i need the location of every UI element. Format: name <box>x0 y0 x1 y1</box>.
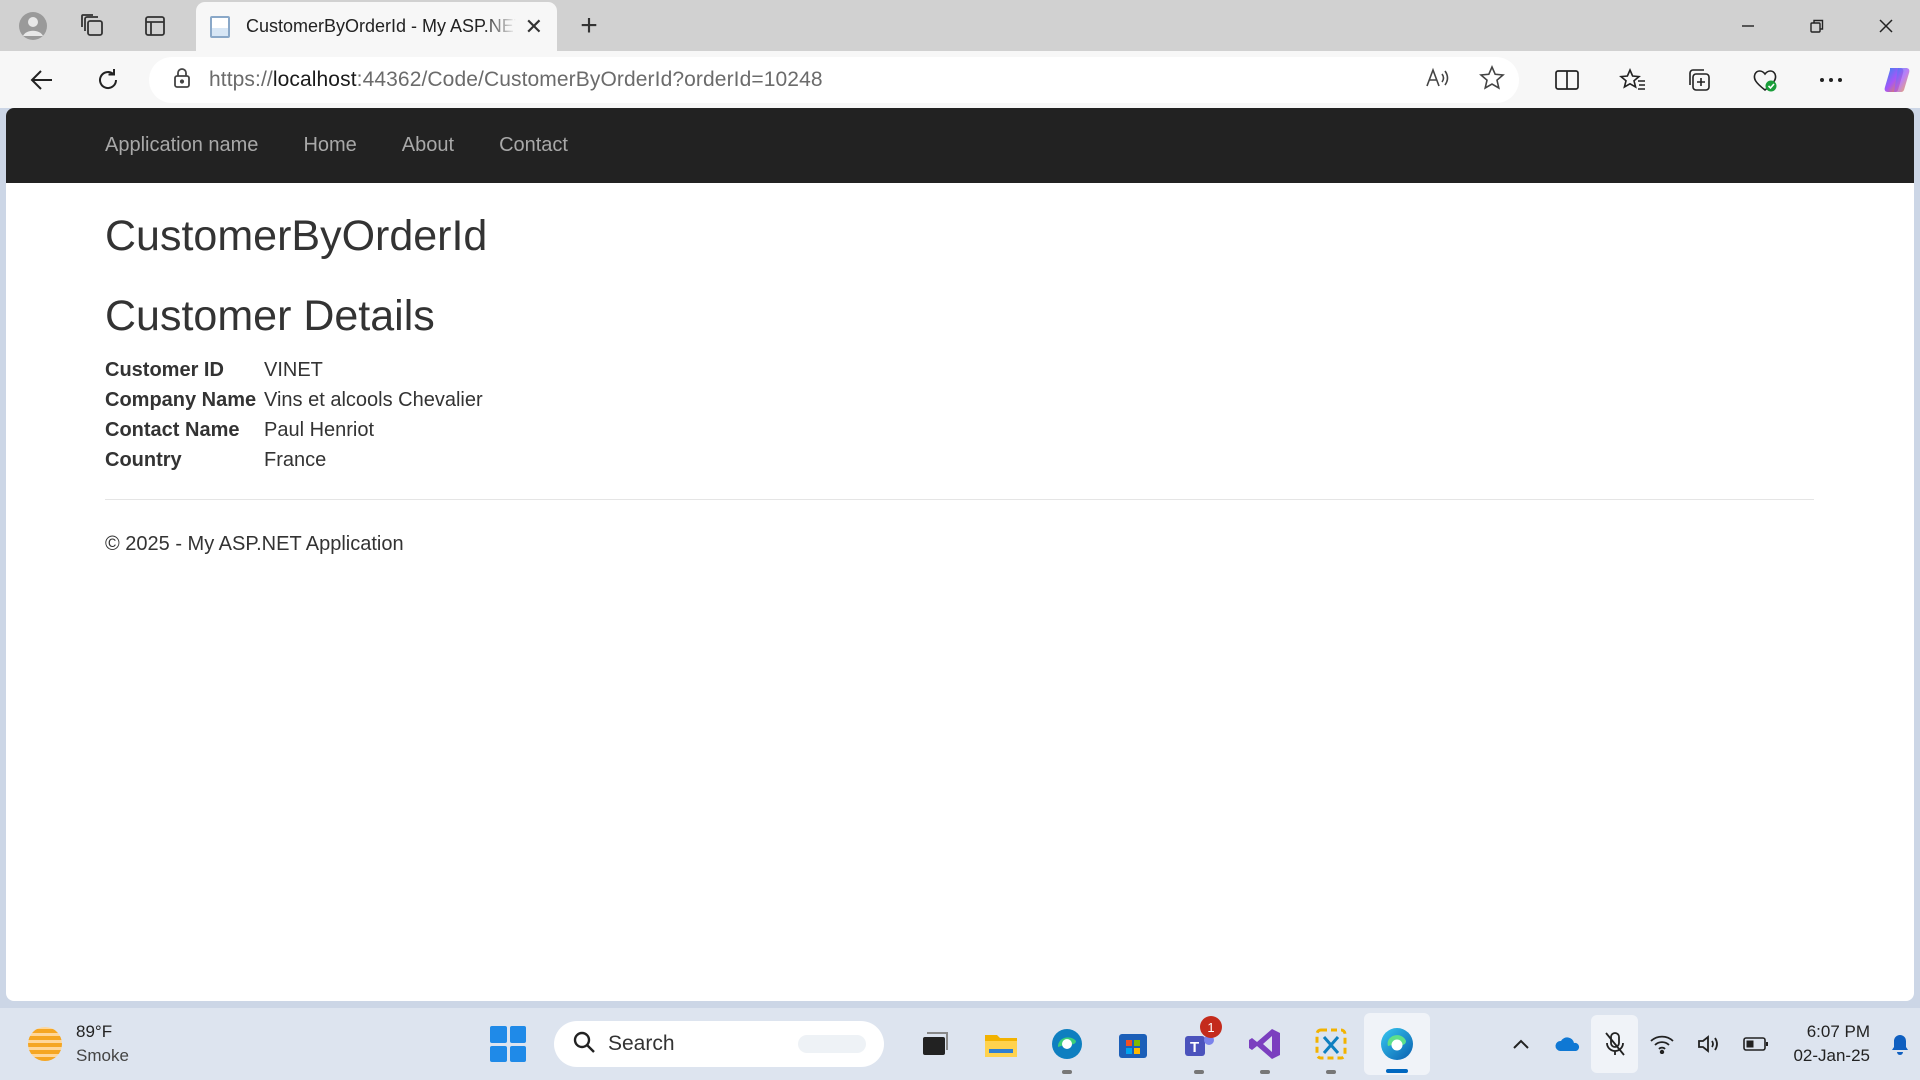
brand-link[interactable]: Application name <box>105 134 258 157</box>
copilot-icon[interactable] <box>1864 51 1920 108</box>
favorite-star-icon[interactable] <box>1479 64 1505 96</box>
volume-icon[interactable] <box>1685 1008 1732 1080</box>
close-window-icon[interactable] <box>1851 0 1920 51</box>
detail-value: Vins et alcools Chevalier <box>264 388 483 411</box>
search-icon <box>572 1030 596 1059</box>
active-tab[interactable]: CustomerByOrderId - My ASP.NET Applicati… <box>196 2 557 51</box>
back-icon[interactable] <box>17 51 67 108</box>
detail-label: Company Name <box>105 388 257 411</box>
notification-badge: 1 <box>1200 1016 1222 1038</box>
taskbar-apps: Search T 1 <box>490 1008 1430 1080</box>
section-title: Customer Details <box>105 292 435 340</box>
system-tray: 6:07 PM 02-Jan-25 <box>1497 1008 1920 1080</box>
detail-row-customer-id: Customer ID VINET <box>105 355 1814 385</box>
weather-sun-haze-icon <box>28 1027 62 1061</box>
detail-row-contact-name: Contact Name Paul Henriot <box>105 415 1814 445</box>
detail-row-company-name: Company Name Vins et alcools Chevalier <box>105 385 1814 415</box>
detail-value: VINET <box>264 358 323 381</box>
battery-icon[interactable] <box>1732 1008 1779 1080</box>
wifi-icon[interactable] <box>1638 1008 1685 1080</box>
page-content: CustomerByOrderId Customer Details Custo… <box>6 183 1814 556</box>
tab-title: CustomerByOrderId - My ASP.NET Applicati… <box>246 16 516 36</box>
restore-icon[interactable] <box>1782 0 1851 51</box>
nav-contact-link[interactable]: Contact <box>499 134 568 157</box>
weather-temp: 89°F <box>76 1022 113 1041</box>
detail-value: France <box>264 448 327 471</box>
detail-label: Country <box>105 448 182 471</box>
footer-divider <box>105 499 1814 500</box>
profile-icon[interactable] <box>8 0 58 51</box>
detail-value: Paul Henriot <box>264 418 375 441</box>
teams-icon[interactable]: T 1 <box>1166 1008 1232 1080</box>
minimize-icon[interactable] <box>1713 0 1782 51</box>
microphone-muted-icon[interactable] <box>1591 1015 1639 1073</box>
page-title: CustomerByOrderId <box>105 212 488 260</box>
browser-toolbar: https://localhost:44362/Code/CustomerByO… <box>0 51 1920 108</box>
new-tab-icon[interactable]: + <box>566 0 612 51</box>
collections-icon[interactable] <box>1666 51 1732 108</box>
nav-about-link[interactable]: About <box>402 134 454 157</box>
notification-bell-icon[interactable] <box>1880 1008 1920 1080</box>
url-text[interactable]: https://localhost:44362/Code/CustomerByO… <box>209 68 823 92</box>
detail-row-country: Country France <box>105 445 1814 475</box>
nav-home-link[interactable]: Home <box>303 134 356 157</box>
screen: CustomerByOrderId - My ASP.NET Applicati… <box>0 0 1920 1080</box>
refresh-icon[interactable] <box>83 51 133 108</box>
page-favicon-icon <box>210 15 230 38</box>
chevron-up-icon[interactable] <box>1497 1008 1544 1080</box>
more-options-icon[interactable] <box>1798 51 1864 108</box>
clock-time: 6:07 PM <box>1806 1022 1870 1041</box>
taskbar: 89°F Smoke Search T 1 6:07 PM 02-Jan-25 <box>0 1008 1920 1080</box>
read-aloud-icon[interactable] <box>1425 66 1451 95</box>
window-controls <box>1713 0 1920 51</box>
weather-widget[interactable]: 89°F Smoke <box>28 1020 129 1068</box>
edge-browser-icon[interactable] <box>1364 1013 1430 1075</box>
address-bar[interactable]: https://localhost:44362/Code/CustomerByO… <box>149 57 1519 103</box>
weather-condition: Smoke <box>76 1046 129 1065</box>
close-tab-icon[interactable]: ✕ <box>525 14 543 40</box>
browser-tab-strip: CustomerByOrderId - My ASP.NET Applicati… <box>0 0 1920 51</box>
task-view-icon[interactable] <box>902 1008 968 1080</box>
customer-details-list: Customer ID VINET Company Name Vins et a… <box>105 355 1814 475</box>
site-navbar: Application name Home About Contact <box>6 108 1914 183</box>
browser-tools <box>1534 51 1920 108</box>
file-explorer-icon[interactable] <box>968 1008 1034 1080</box>
microsoft-store-icon[interactable] <box>1100 1008 1166 1080</box>
visual-studio-icon[interactable] <box>1232 1008 1298 1080</box>
detail-label: Contact Name <box>105 418 240 441</box>
clock[interactable]: 6:07 PM 02-Jan-25 <box>1793 1020 1870 1068</box>
page-viewport: Application name Home About Contact Cust… <box>6 108 1914 1001</box>
search-label: Search <box>608 1032 675 1055</box>
split-screen-icon[interactable] <box>1534 51 1600 108</box>
search-highlight-icon <box>798 1035 866 1053</box>
clock-date: 02-Jan-25 <box>1793 1046 1870 1065</box>
browser-essentials-icon[interactable] <box>1732 51 1798 108</box>
onedrive-cloud-icon[interactable] <box>1544 1008 1591 1080</box>
taskbar-search-box[interactable]: Search <box>554 1021 884 1067</box>
tab-actions-icon[interactable] <box>130 0 180 51</box>
workspaces-icon[interactable] <box>68 0 118 51</box>
lock-icon[interactable] <box>173 67 191 94</box>
snipping-tool-icon[interactable] <box>1298 1008 1364 1080</box>
detail-label: Customer ID <box>105 358 224 381</box>
svg-text:T: T <box>1190 1039 1199 1056</box>
favorites-icon[interactable] <box>1600 51 1666 108</box>
footer-text: © 2025 - My ASP.NET Application <box>105 533 404 555</box>
windows-start-icon[interactable] <box>490 1026 526 1062</box>
edge-dev-icon[interactable] <box>1034 1008 1100 1080</box>
